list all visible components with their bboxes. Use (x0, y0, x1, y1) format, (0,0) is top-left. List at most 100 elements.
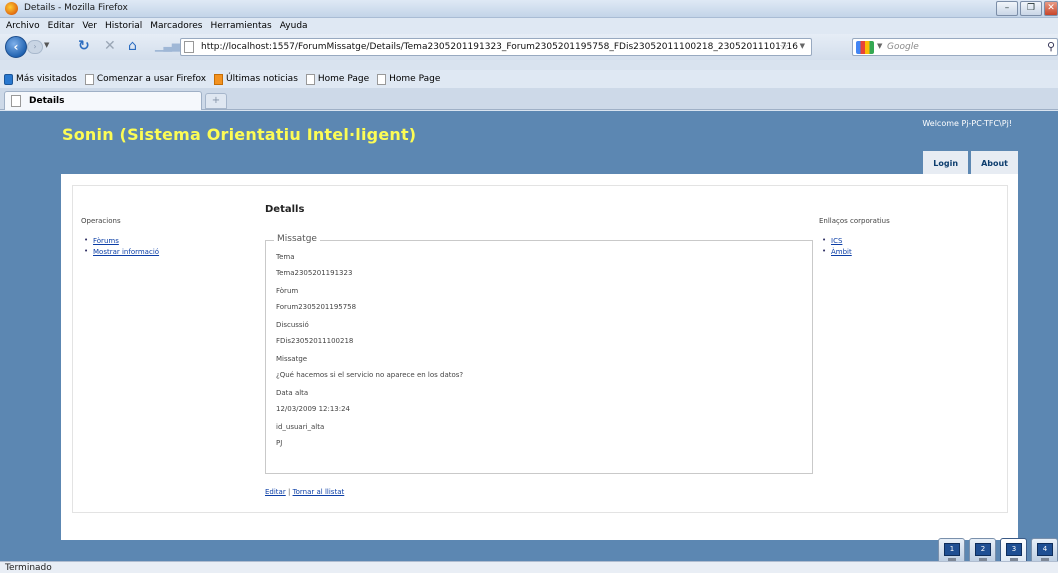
monitor-icon: 4 (1037, 543, 1053, 556)
monitor-icon: 2 (975, 543, 991, 556)
stop-icon[interactable]: ✕ (104, 39, 116, 53)
status-text: Terminado (5, 563, 52, 573)
bookmarks-toolbar: Más visitados Comenzar a usar Firefox Úl… (0, 70, 1058, 88)
url-text[interactable]: http://localhost:1557/ForumMissatge/Deta… (201, 42, 798, 52)
menu-historial[interactable]: Historial (105, 21, 142, 31)
url-dropdown-icon[interactable]: ▼ (800, 42, 805, 50)
list-item: Mostrar informació (81, 247, 241, 256)
left-sidebar: Operacions Fòrums Mostrar informació (81, 217, 241, 259)
fieldset-legend: Missatge (274, 234, 320, 244)
enllacos-list: ICS Àmbit (819, 236, 989, 256)
search-bar[interactable]: ▼ Google ⚲ (852, 38, 1058, 56)
bookmark-label: Comenzar a usar Firefox (96, 74, 207, 84)
welcome-text: Welcome Pj-PC-TFC\Pj! (922, 119, 1012, 128)
tab-label: Details (29, 96, 65, 106)
close-button[interactable]: ✕ (1044, 1, 1058, 16)
ics-link[interactable]: ICS (831, 237, 842, 245)
actions-row: Editar | Tornar al llistat (265, 488, 344, 496)
menu-ayuda[interactable]: Ayuda (280, 21, 308, 31)
main-column: Detalls Missatge Tema Tema2305201191323 … (265, 204, 815, 496)
message-fieldset: Missatge Tema Tema2305201191323 Fòrum Fo… (265, 234, 813, 474)
field-label-discussio: Discussió (276, 321, 309, 329)
forums-link[interactable]: Fòrums (93, 237, 119, 245)
bookmark-label: Home Page (317, 74, 370, 84)
site-nav: Login About (923, 151, 1018, 176)
site-title: Sonin (Sistema Orientatiu Intel·ligent) (62, 125, 417, 144)
field-label-missatge: Missatge (276, 355, 308, 363)
field-label-tema: Tema (276, 253, 295, 261)
minimize-button[interactable]: – (996, 1, 1018, 16)
field-label-forum: Fòrum (276, 287, 299, 295)
menu-marcadores[interactable]: Marcadores (150, 21, 202, 31)
bookmark-star-icon[interactable]: ☆ (779, 40, 789, 53)
actions-separator: | (287, 488, 291, 496)
firefox-logo-icon (5, 2, 18, 15)
search-engine-dropdown-icon[interactable]: ▼ (877, 42, 882, 50)
window-title: Details - Mozilla Firefox (24, 3, 128, 13)
rss-icon (214, 73, 224, 85)
operacions-title: Operacions (81, 217, 121, 225)
content-panel: Operacions Fòrums Mostrar informació Det… (61, 174, 1018, 540)
field-value-missatge: ¿Qué hacemos si el servicio no aparece e… (276, 371, 464, 379)
bookmark-home-page-2[interactable]: Home Page (377, 73, 441, 85)
menu-archivo[interactable]: Archivo (6, 21, 40, 31)
menu-herramientas[interactable]: Herramientas (210, 21, 271, 31)
restore-button[interactable]: ❐ (1020, 1, 1042, 16)
list-item: ICS (819, 236, 989, 245)
status-bar: Terminado (0, 561, 1058, 573)
tab-strip: Details + (0, 88, 1058, 110)
about-link[interactable]: About (971, 151, 1018, 176)
list-item: Àmbit (819, 247, 989, 256)
bookmark-mas-visitados[interactable]: Más visitados (4, 73, 77, 85)
bookmark-label: Home Page (389, 74, 441, 84)
bookmark-comenzar[interactable]: Comenzar a usar Firefox (84, 73, 207, 85)
forward-button[interactable]: › (27, 40, 43, 54)
page-icon (377, 73, 387, 85)
new-tab-button[interactable]: + (205, 93, 227, 109)
content-frame: Operacions Fòrums Mostrar informació Det… (72, 185, 1008, 513)
field-value-id-usuari-alta: PJ (276, 439, 283, 447)
back-button[interactable]: ‹ (5, 36, 27, 58)
navigation-toolbar: ‹ › ▼ ↻ ✕ ⌂ ▁▃▅ http://localhost:1557/Fo… (0, 34, 1058, 60)
field-value-discussio: FDis23052011100218 (276, 337, 354, 345)
signal-icon: ▁▃▅ (155, 39, 181, 52)
page-icon (11, 95, 21, 107)
field-value-forum: Forum2305201195758 (276, 303, 357, 311)
edit-link[interactable]: Editar (265, 488, 286, 496)
page-icon (184, 41, 194, 53)
field-label-data-alta: Data alta (276, 389, 309, 397)
window-controls: – ❐ ✕ (996, 1, 1058, 16)
mostrar-informacio-link[interactable]: Mostrar informació (93, 248, 159, 256)
field-value-tema: Tema2305201191323 (276, 269, 353, 277)
bookmark-home-page-1[interactable]: Home Page (305, 73, 370, 85)
right-sidebar: Enllaços corporatius ICS Àmbit (819, 217, 989, 259)
reload-icon[interactable]: ↻ (78, 39, 90, 53)
search-icon[interactable]: ⚲ (1047, 40, 1055, 53)
menu-ver[interactable]: Ver (82, 21, 97, 31)
menu-bar: Archivo Editar Ver Historial Marcadores … (0, 18, 1058, 34)
ambit-link[interactable]: Àmbit (831, 248, 852, 256)
monitor-icon: 3 (1006, 543, 1022, 556)
ie-icon (4, 73, 13, 85)
login-link[interactable]: Login (923, 151, 969, 176)
search-engine-icon[interactable] (856, 41, 874, 54)
tab-details[interactable]: Details (4, 91, 202, 110)
monitor-icon: 1 (944, 543, 960, 556)
page-icon (305, 73, 315, 85)
back-to-list-link[interactable]: Tornar al llistat (293, 488, 345, 496)
bookmark-label: Más visitados (16, 74, 77, 84)
page-icon (84, 73, 94, 85)
list-item: Fòrums (81, 236, 241, 245)
title-bar: Details - Mozilla Firefox – ❐ ✕ (0, 0, 1058, 18)
field-value-data-alta: 12/03/2009 12:13:24 (276, 405, 351, 413)
field-label-id-usuari-alta: id_usuari_alta (276, 423, 325, 431)
menu-editar[interactable]: Editar (48, 21, 75, 31)
bookmark-ultimas-noticias[interactable]: Últimas noticias (214, 73, 298, 85)
operacions-list: Fòrums Mostrar informació (81, 236, 241, 256)
home-icon[interactable]: ⌂ (128, 39, 137, 53)
search-placeholder[interactable]: Google (887, 42, 919, 52)
bookmark-label: Últimas noticias (226, 74, 298, 84)
url-bar[interactable]: http://localhost:1557/ForumMissatge/Deta… (180, 38, 812, 56)
history-dropdown-icon[interactable]: ▼ (44, 41, 49, 49)
enllacos-title: Enllaços corporatius (819, 217, 890, 225)
